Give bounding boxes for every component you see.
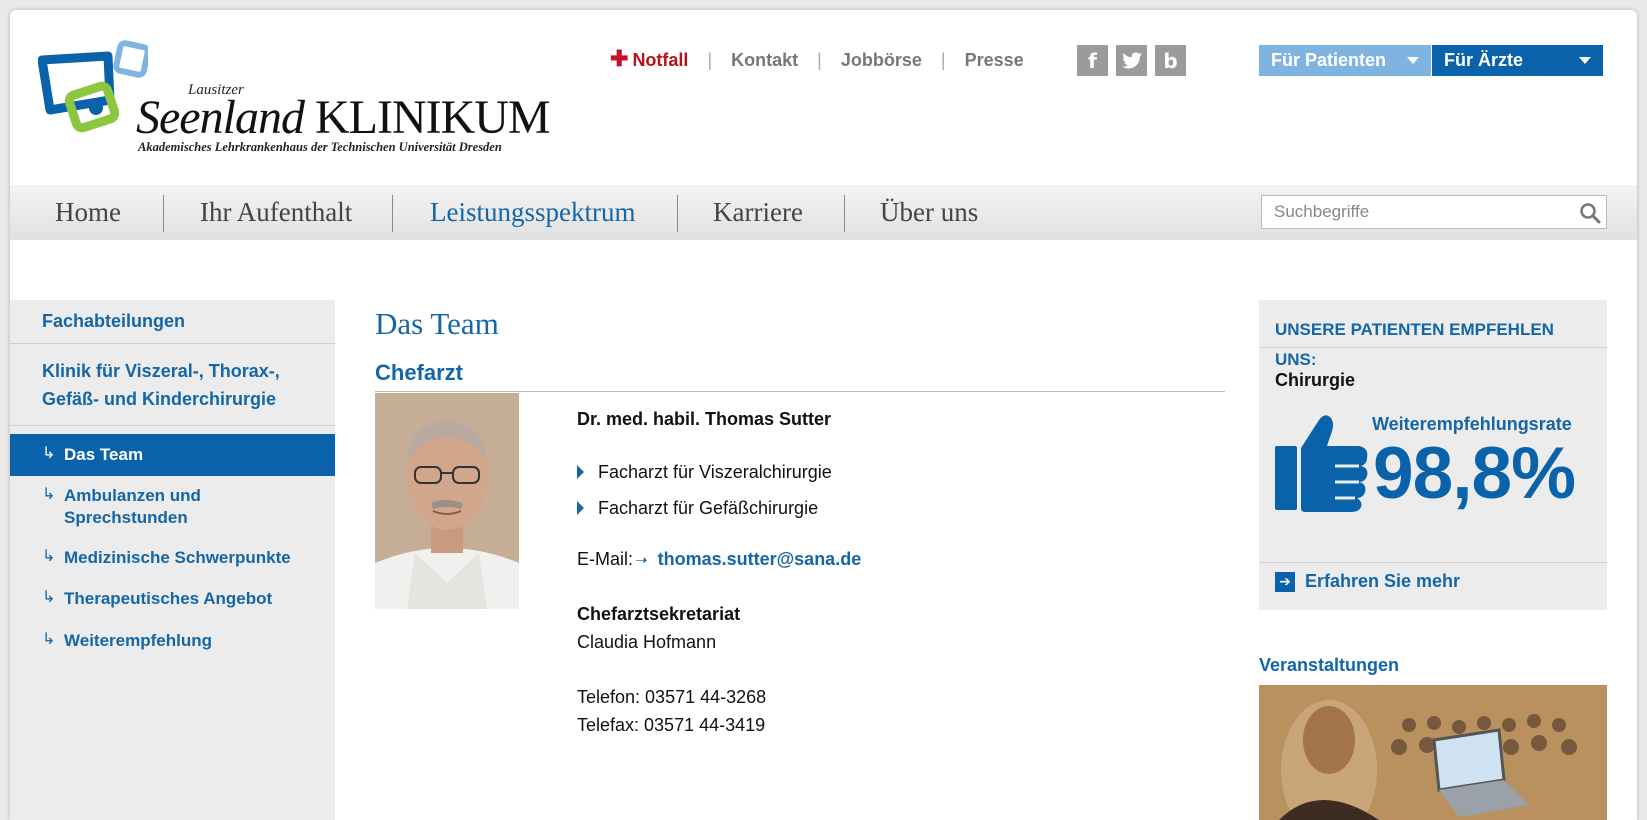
recommendation-title-cont: UNS: <box>1275 350 1317 369</box>
sidebar-item-label: Weiterempfehlung <box>64 631 212 650</box>
separator: | <box>707 50 713 70</box>
doctors-dropdown[interactable]: Für Ärzte <box>1431 45 1603 76</box>
sidebar-item-das-team[interactable]: ↳ Das Team <box>10 434 335 476</box>
search-box <box>1261 195 1607 229</box>
jobboerse-link[interactable]: Jobbörse <box>841 50 922 70</box>
sub-arrow-icon: ↳ <box>42 443 56 462</box>
patients-dropdown[interactable]: Für Patienten <box>1259 45 1431 76</box>
blog-icon[interactable]: b <box>1155 45 1186 76</box>
search-input[interactable] <box>1262 196 1586 228</box>
section-sidebar: Fachabteilungen Klinik für Viszeral-, Th… <box>10 300 335 820</box>
sidebar-item-therapeutisches-angebot[interactable]: ↳ Therapeutisches Angebot <box>10 587 335 610</box>
presse-link[interactable]: Presse <box>965 50 1024 70</box>
logo-klinikum: KLINIKUM <box>314 91 551 144</box>
recommendation-department: Chirurgie <box>1275 370 1356 390</box>
qualification-item: Facharzt für Viszeralchirurgie <box>577 462 832 483</box>
divider <box>375 391 1225 392</box>
recommendation-rate: 98,8% <box>1373 433 1576 514</box>
rate-label: Weiterempfehlungsrate <box>1372 414 1572 434</box>
email-row: E-Mail: ➝ thomas.sutter@sana.de <box>577 549 861 570</box>
secretariat-title: Chefarztsekretariat <box>577 604 741 624</box>
sidebar-item-ambulanzen[interactable]: ↳ Ambulanzen und Sprechstunden <box>10 484 310 529</box>
main-nav: Home Ihr Aufenthalt Leistungsspektrum Ka… <box>10 185 1637 240</box>
sidebar-item-schwerpunkte[interactable]: ↳ Medizinische Schwerpunkte <box>10 546 335 569</box>
doctor-name: Dr. med. habil. Thomas Sutter <box>577 409 832 429</box>
qualification-text: Facharzt für Gefäßchirurgie <box>598 498 819 518</box>
nav-home[interactable]: Home <box>55 185 121 240</box>
patients-label: Für Patienten <box>1271 50 1387 70</box>
nav-ihr-aufenthalt[interactable]: Ihr Aufenthalt <box>200 185 352 240</box>
recommendation-box: UNSERE PATIENTEN EMPFEHLEN UNS: Chirurgi… <box>1259 300 1607 610</box>
thumbs-up-icon <box>1275 415 1368 512</box>
utility-nav: ✚ Notfall | Kontakt | Jobbörse | Presse <box>610 46 1024 72</box>
nav-divider <box>677 195 678 232</box>
logo-seenland: Seenland <box>136 91 305 144</box>
sidebar-item-label: Medizinische Schwerpunkte <box>64 548 291 567</box>
nav-ueber-uns[interactable]: Über uns <box>880 185 978 240</box>
sidebar-item-label: Therapeutisches Angebot <box>64 589 273 608</box>
nav-karriere[interactable]: Karriere <box>713 185 803 240</box>
learn-more-label: Erfahren Sie mehr <box>1305 571 1461 591</box>
sidebar-item-weiterempfehlung[interactable]: ↳ Weiterempfehlung <box>10 629 335 652</box>
page: Lausitzer Seenland KLINIKUM Akademisches… <box>10 10 1637 820</box>
emergency-cross-icon: ✚ <box>610 46 629 71</box>
fax-number: Telefax: 03571 44-3419 <box>577 715 766 735</box>
email-label: E-Mail: <box>577 549 634 569</box>
sidebar-item-label: Das Team <box>64 445 144 464</box>
page-title: Das Team <box>375 306 499 341</box>
facebook-icon[interactable]: f <box>1077 45 1108 76</box>
section-title: Chefarzt <box>375 360 464 385</box>
notfall-link[interactable]: Notfall <box>632 50 688 70</box>
bullet-triangle-icon <box>577 465 584 479</box>
logo-brand: Seenland KLINIKUM <box>136 90 551 145</box>
nav-leistungsspektrum[interactable]: Leistungsspektrum <box>430 185 635 240</box>
kontakt-link[interactable]: Kontakt <box>731 50 798 70</box>
sidebar-fachabteilungen[interactable]: Fachabteilungen <box>10 300 335 344</box>
bullet-triangle-icon <box>577 501 584 515</box>
sub-arrow-icon: ↳ <box>42 629 56 648</box>
doctor-photo <box>375 393 519 609</box>
divider <box>1259 347 1607 348</box>
recommendation-title: UNSERE PATIENTEN EMPFEHLEN <box>1275 320 1554 339</box>
arrow-right-icon: ➝ <box>635 551 648 569</box>
qualification-item: Facharzt für Gefäßchirurgie <box>577 498 818 519</box>
logo-tagline: Akademisches Lehrkrankenhaus der Technis… <box>138 140 502 154</box>
doctors-label: Für Ärzte <box>1444 50 1524 70</box>
secretariat-name: Claudia Hofmann <box>577 632 717 652</box>
logo-mark-icon <box>38 40 148 133</box>
social-links: f b <box>1077 45 1186 76</box>
arrow-right-icon: ➔ <box>1275 571 1295 592</box>
audience-switch: Für Patienten Für Ärzte <box>1259 45 1603 76</box>
nav-divider <box>163 195 164 232</box>
events-title[interactable]: Veranstaltungen <box>1259 655 1399 676</box>
sub-arrow-icon: ↳ <box>42 587 56 606</box>
events-image[interactable] <box>1259 685 1607 820</box>
site-logo[interactable]: Lausitzer Seenland KLINIKUM Akademisches… <box>38 40 558 160</box>
qualification-text: Facharzt für Viszeralchirurgie <box>598 462 832 482</box>
nav-divider <box>844 195 845 232</box>
nav-divider <box>392 195 393 232</box>
chevron-down-icon <box>1407 57 1419 64</box>
separator: | <box>817 50 822 70</box>
learn-more-link[interactable]: ➔ Erfahren Sie mehr <box>1275 571 1460 592</box>
sub-arrow-icon: ↳ <box>42 546 56 565</box>
sub-arrow-icon: ↳ <box>42 484 56 503</box>
divider <box>1259 562 1607 563</box>
separator: | <box>940 50 946 70</box>
chevron-down-icon <box>1579 57 1591 64</box>
sidebar-item-label: Ambulanzen und Sprechstunden <box>64 486 201 527</box>
sidebar-department[interactable]: Klinik für Viszeral-, Thorax-, Gefäß- un… <box>10 344 335 426</box>
email-link[interactable]: thomas.sutter@sana.de <box>658 549 862 569</box>
twitter-icon[interactable] <box>1116 45 1147 76</box>
search-icon[interactable] <box>1578 201 1602 225</box>
phone-number: Telefon: 03571 44-3268 <box>577 687 767 707</box>
